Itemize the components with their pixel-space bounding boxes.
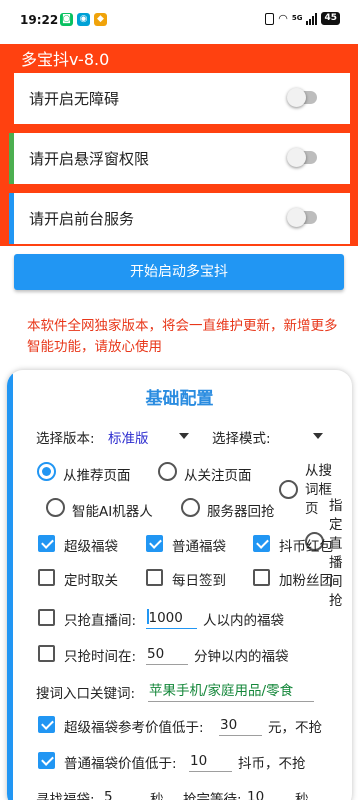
checkbox-fan-club-label: 加粉丝团 [279, 573, 333, 589]
toggle-knob [287, 88, 306, 107]
accessibility-toggle[interactable] [287, 88, 317, 107]
radio-ai-robot[interactable] [46, 498, 65, 517]
radio-ai-robot-label: 智能AI机器人 [72, 504, 153, 520]
accent-bar [9, 73, 14, 124]
radio-server-grab-label: 服务器回抢 [207, 504, 275, 520]
checkbox-coin-packet-label: 抖币红包 [279, 539, 333, 555]
normal-value-input[interactable]: 10 [189, 750, 232, 772]
checkbox-coin-packet[interactable] [253, 535, 270, 552]
keywords-input[interactable]: 苹果手机/家庭用品/零食 [148, 680, 314, 702]
normal-value-suffix: 抖币，不抢 [238, 756, 306, 772]
keywords-label: 搜词入口关键词: [36, 686, 136, 702]
app-header: 多宝抖v-8.0 请开启无障碍 请开启悬浮窗权限 请开启前台服务 [0, 44, 358, 246]
radio-follow-label: 从关注页面 [184, 468, 252, 484]
radio-server-grab[interactable] [181, 498, 200, 517]
super-value-suffix: 元，不抢 [268, 720, 322, 736]
normal-value-prefix: 普通福袋价值低于: [64, 756, 177, 772]
radio-recommend-label: 从推荐页面 [63, 468, 131, 484]
status-time: 19:22 [20, 13, 59, 27]
toggle-knob [287, 148, 306, 167]
radio-search-box[interactable] [279, 480, 298, 499]
live-room-value: 1000 [148, 610, 183, 626]
battery-icon: 45 [321, 12, 340, 25]
time-limit-input[interactable]: 50 [146, 643, 188, 665]
checkbox-time-limit[interactable] [38, 645, 55, 662]
start-button[interactable]: 开始启动多宝抖 [14, 254, 344, 290]
app-title: 多宝抖v-8.0 [21, 50, 110, 69]
search-wait-unit: 秒 [150, 792, 164, 800]
foreground-service-toggle[interactable] [287, 208, 317, 227]
permission-label: 请开启悬浮窗权限 [29, 150, 150, 168]
time-limit-suffix: 分钟以内的福袋 [194, 649, 289, 665]
super-value-prefix: 超级福袋参考价值低于: [64, 720, 204, 736]
checkbox-daily-signin-label: 每日签到 [172, 573, 226, 589]
checkbox-fan-club[interactable] [253, 569, 270, 586]
permission-label: 请开启无障碍 [29, 90, 120, 108]
checkbox-timed-unfollow[interactable] [38, 569, 55, 586]
live-room-suffix: 人以内的福袋 [203, 613, 284, 629]
checkbox-normal-bag-label: 普通福袋 [172, 539, 226, 555]
after-wait-input[interactable]: 10 [246, 786, 288, 800]
chevron-down-icon[interactable] [179, 433, 189, 439]
checkbox-timed-unfollow-label: 定时取关 [64, 573, 118, 589]
wechat-icon: ◙ [60, 13, 73, 26]
radio-follow[interactable] [158, 462, 177, 481]
app-icon: ◆ [94, 13, 107, 26]
permission-overlay-row[interactable]: 请开启悬浮窗权限 [9, 133, 350, 184]
signal-icon [306, 12, 318, 25]
live-room-input[interactable]: 1000 [146, 607, 197, 629]
checkbox-super-bag-label: 超级福袋 [64, 539, 118, 555]
checkbox-normal-bag[interactable] [146, 535, 163, 552]
accent-bar [9, 193, 14, 244]
time-limit-prefix: 只抢时间在: [64, 649, 137, 665]
permission-label: 请开启前台服务 [29, 210, 135, 228]
permission-accessibility-row[interactable]: 请开启无障碍 [9, 73, 350, 124]
mode-label: 选择模式: [212, 431, 271, 447]
chevron-down-icon[interactable] [313, 433, 323, 439]
super-value-input[interactable]: 30 [219, 714, 262, 736]
checkbox-super-value[interactable] [38, 716, 55, 733]
version-select[interactable]: 标准版 [108, 427, 149, 447]
network-label: 5G [291, 14, 303, 22]
accent-bar [9, 133, 14, 184]
status-bar: 19:22 ◙ ◉ ◆ ◠ 5G 45 [0, 0, 358, 44]
checkbox-super-bag[interactable] [38, 535, 55, 552]
config-card: 基础配置 选择版本: 标准版 选择模式: 从推荐页面 从关注页面 从搜词框页 智… [7, 370, 352, 800]
after-wait-unit: 秒 [295, 792, 309, 800]
live-room-prefix: 只抢直播间: [64, 613, 137, 629]
radio-recommend[interactable] [37, 462, 56, 481]
wifi-icon: ◠ [278, 12, 288, 25]
toggle-knob [287, 208, 306, 227]
vibrate-icon [265, 12, 275, 25]
checkbox-daily-signin[interactable] [146, 569, 163, 586]
after-wait-label: 抢完等待: [183, 792, 242, 800]
version-label: 选择版本: [36, 431, 95, 447]
bilibili-icon: ◉ [77, 13, 90, 26]
overlay-toggle[interactable] [287, 148, 317, 167]
checkbox-live-room[interactable] [38, 609, 55, 626]
permission-foreground-row[interactable]: 请开启前台服务 [9, 193, 350, 244]
search-wait-input[interactable]: 5 [103, 786, 145, 800]
notice-text: 本软件全网独家版本，将会一直维护更新，新增更多智能功能，请放心使用 [27, 318, 338, 355]
search-wait-label: 寻找福袋: [36, 792, 95, 800]
status-indicators: ◠ 5G 45 [265, 12, 340, 25]
card-accent-edge [7, 370, 13, 800]
checkbox-normal-value[interactable] [38, 752, 55, 769]
config-title: 基础配置 [145, 389, 214, 409]
